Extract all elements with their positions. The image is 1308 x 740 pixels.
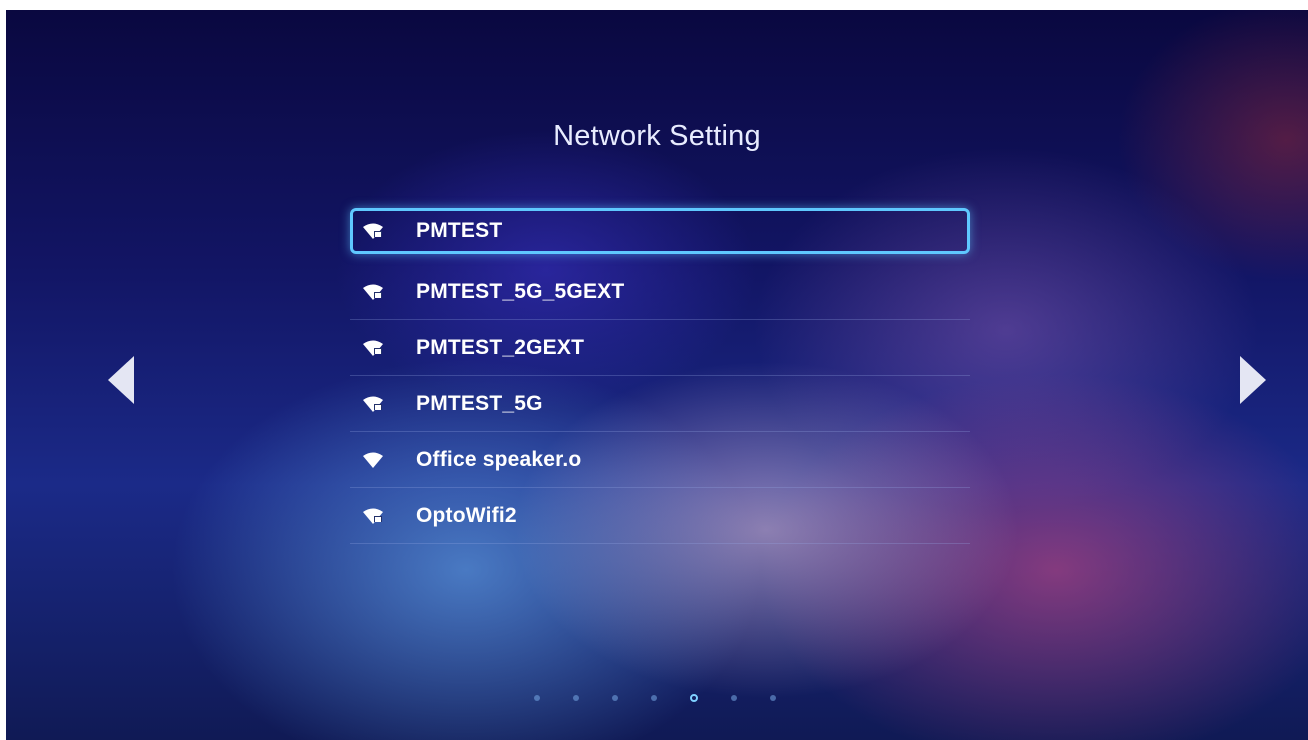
page-dot <box>651 695 657 701</box>
wifi-locked-icon <box>363 284 383 300</box>
network-item-office-speaker[interactable]: Office speaker.o <box>350 432 970 488</box>
network-item-pmtest-5g-5gext[interactable]: PMTEST_5G_5GEXT <box>350 264 970 320</box>
page-dot <box>573 695 579 701</box>
network-name: Office speaker.o <box>416 447 582 471</box>
network-item-pmtest[interactable]: PMTEST <box>350 208 970 254</box>
page-dot <box>770 695 776 701</box>
wifi-locked-icon <box>363 396 383 412</box>
page-dot <box>534 695 540 701</box>
page-dot <box>731 695 737 701</box>
network-item-pmtest-2gext[interactable]: PMTEST_2GEXT <box>350 320 970 376</box>
triangle-right-icon <box>1240 356 1266 404</box>
network-name: PMTEST_2GEXT <box>416 335 585 359</box>
device-frame: Network Setting PMTEST PMTEST_5G_5GEXT P… <box>0 0 1308 740</box>
wifi-locked-icon <box>363 340 383 356</box>
network-name: PMTEST_5G_5GEXT <box>416 279 625 303</box>
network-item-optowifi2[interactable]: OptoWifi2 <box>350 488 970 544</box>
network-item-pmtest-5g[interactable]: PMTEST_5G <box>350 376 970 432</box>
network-name: PMTEST_5G <box>416 391 543 415</box>
network-name: OptoWifi2 <box>416 503 517 527</box>
next-page-button[interactable] <box>1238 354 1268 406</box>
wifi-locked-icon <box>363 223 383 239</box>
triangle-left-icon <box>108 356 134 404</box>
network-list: PMTEST PMTEST_5G_5GEXT PMTEST_2GEXT PMTE… <box>350 208 970 544</box>
wifi-locked-icon <box>363 508 383 524</box>
tv-screen: Network Setting PMTEST PMTEST_5G_5GEXT P… <box>6 10 1308 740</box>
page-dot <box>612 695 618 701</box>
network-name: PMTEST <box>416 219 503 242</box>
page-indicator <box>534 693 809 703</box>
page-title: Network Setting <box>553 120 761 152</box>
wifi-open-icon <box>363 452 383 468</box>
page-dot-active <box>690 694 698 702</box>
previous-page-button[interactable] <box>106 354 136 406</box>
